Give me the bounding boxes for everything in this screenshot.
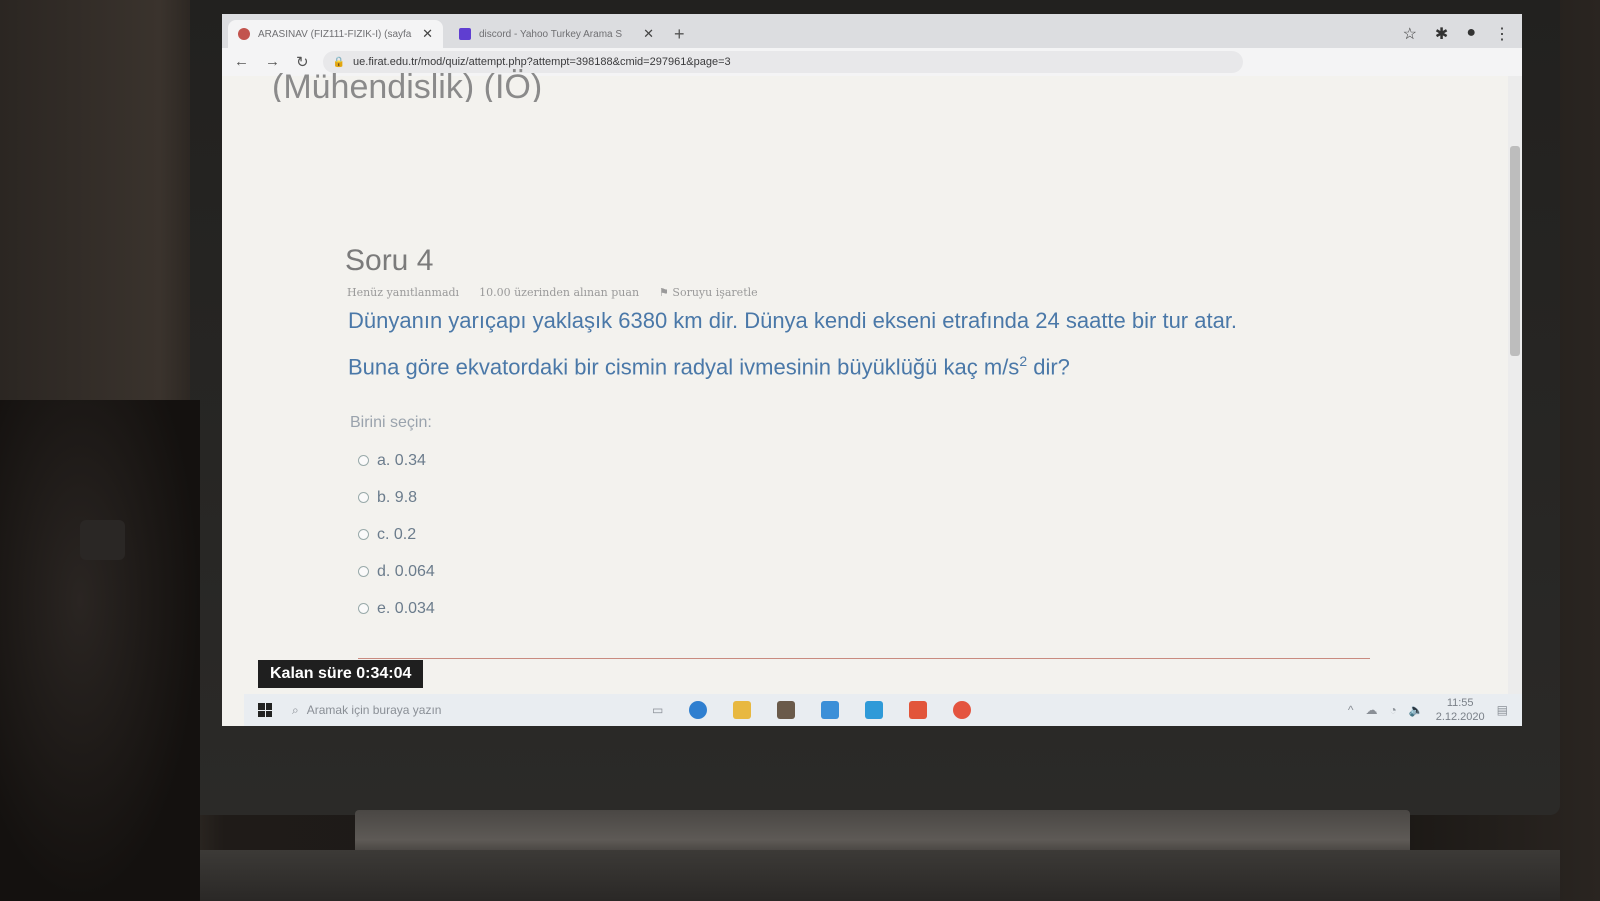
question-number: Soru 4 bbox=[345, 244, 434, 277]
option-label: e. 0.034 bbox=[377, 599, 435, 617]
moodle-favicon-icon bbox=[238, 28, 250, 40]
option-b[interactable]: b. 9.8 bbox=[358, 479, 435, 516]
chevron-up-icon[interactable]: ^ bbox=[1348, 703, 1354, 717]
tab-quiz[interactable]: ARASINAV (FİZ111-FİZİK-I) (sayfa ✕ bbox=[228, 20, 443, 48]
task-view-icon[interactable]: ▭ bbox=[652, 703, 663, 717]
question-line-1: Dünyanın yarıçapı yaklaşık 6380 km dir. … bbox=[348, 308, 1238, 333]
flag-icon: ⚑ bbox=[659, 286, 673, 299]
timer-value: 0:34:04 bbox=[356, 665, 412, 682]
flag-label: Soruyu işaretle bbox=[672, 286, 758, 299]
menu-icon[interactable]: ⋮ bbox=[1494, 24, 1510, 44]
answer-status: Henüz yanıtlanmadı bbox=[347, 286, 460, 299]
profile-icon[interactable]: ● bbox=[1466, 24, 1476, 44]
divider bbox=[358, 658, 1370, 659]
star-icon[interactable]: ☆ bbox=[1403, 24, 1417, 44]
option-d[interactable]: d. 0.064 bbox=[358, 553, 435, 590]
clock[interactable]: 11:55 2.12.2020 bbox=[1436, 696, 1485, 724]
office-icon[interactable] bbox=[909, 701, 928, 719]
windows-taskbar: ⌕ Aramak için buraya yazın ▭ ^ ☁ ◔ 🔈 11:5… bbox=[244, 694, 1522, 726]
tab-title: discord - Yahoo Turkey Arama S bbox=[479, 28, 623, 40]
radio-button[interactable] bbox=[358, 492, 369, 503]
remaining-time: Kalan süre 0:34:04 bbox=[258, 660, 424, 688]
mail-icon[interactable] bbox=[821, 701, 840, 719]
store-icon[interactable] bbox=[777, 701, 796, 719]
close-icon[interactable]: ✕ bbox=[422, 26, 433, 42]
question-meta: Henüz yanıtlanmadı 10.00 üzerinden alına… bbox=[347, 286, 758, 299]
radio-button[interactable] bbox=[358, 603, 369, 614]
lock-icon: 🔒 bbox=[332, 56, 346, 68]
new-tab-button[interactable]: + bbox=[674, 20, 685, 48]
browser-actions: ☆ ✱ ● ⋮ bbox=[1403, 24, 1510, 44]
system-tray: ^ ☁ ◔ 🔈 11:55 2.12.2020 ▤ bbox=[1348, 696, 1508, 724]
background-object bbox=[0, 400, 200, 901]
notifications-icon[interactable]: ▤ bbox=[1497, 703, 1508, 717]
taskbar-apps: ▭ bbox=[652, 701, 972, 719]
tab-title: ARASINAV (FİZ111-FİZİK-I) (sayfa bbox=[258, 28, 412, 40]
scrollbar-thumb[interactable] bbox=[1510, 146, 1520, 356]
volume-icon[interactable]: 🔈 bbox=[1409, 703, 1424, 717]
radio-button[interactable] bbox=[358, 566, 369, 577]
clock-time: 11:55 bbox=[1446, 697, 1474, 709]
extensions-icon[interactable]: ✱ bbox=[1435, 24, 1448, 44]
yahoo-favicon-icon bbox=[459, 28, 471, 40]
close-icon[interactable]: ✕ bbox=[643, 26, 654, 42]
radio-button[interactable] bbox=[358, 455, 369, 466]
clock-date: 2.12.2020 bbox=[1435, 711, 1485, 723]
question-line-2-text: Buna göre ekvatordaki bir cismin radyal … bbox=[348, 354, 1020, 380]
search-icon: ⌕ bbox=[292, 702, 299, 717]
option-label: d. 0.064 bbox=[377, 562, 435, 580]
laptop-screen: ARASINAV (FİZ111-FİZİK-I) (sayfa ✕ disco… bbox=[222, 14, 1522, 726]
browser-tabstrip: ARASINAV (FİZ111-FİZİK-I) (sayfa ✕ disco… bbox=[222, 14, 1522, 48]
option-c[interactable]: c. 0.2 bbox=[358, 516, 435, 553]
back-icon[interactable]: ← bbox=[234, 53, 249, 71]
onedrive-icon[interactable]: ☁ bbox=[1366, 703, 1378, 717]
background-cup bbox=[80, 520, 125, 560]
answer-options: a. 0.34 b. 9.8 c. 0.2 d. 0.064 e. 0.034 bbox=[358, 442, 435, 627]
choose-label: Birini seçin: bbox=[350, 414, 432, 431]
windows-start-icon[interactable] bbox=[258, 703, 272, 717]
taskbar-search[interactable]: ⌕ Aramak için buraya yazın bbox=[292, 703, 592, 718]
course-heading: (Mühendislik) (IÖ) bbox=[272, 68, 543, 102]
option-e[interactable]: e. 0.034 bbox=[358, 590, 435, 627]
chrome-icon[interactable] bbox=[953, 701, 972, 719]
question-line-2-end: dir? bbox=[1027, 354, 1070, 380]
learning-app-icon[interactable] bbox=[865, 701, 884, 719]
url-text: ue.firat.edu.tr/mod/quiz/attempt.php?att… bbox=[353, 56, 731, 68]
superscript: 2 bbox=[1019, 353, 1028, 369]
flag-question-link[interactable]: ⚑ Soruyu işaretle bbox=[659, 286, 758, 299]
radio-button[interactable] bbox=[358, 529, 369, 540]
search-placeholder: Aramak için buraya yazın bbox=[306, 703, 442, 717]
edge-icon[interactable] bbox=[689, 701, 708, 719]
laptop-base bbox=[180, 850, 1560, 901]
question-text: Dünyanın yarıçapı yaklaşık 6380 km dir. … bbox=[348, 301, 1398, 387]
points-label: 10.00 üzerinden alınan puan bbox=[479, 286, 640, 299]
question-line-2: Buna göre ekvatordaki bir cismin radyal … bbox=[348, 341, 1398, 387]
timer-label: Kalan süre bbox=[270, 665, 357, 682]
option-label: b. 9.8 bbox=[377, 488, 418, 506]
option-label: a. 0.34 bbox=[377, 451, 426, 469]
quiz-content: (Mühendislik) (IÖ) Soru 4 Henüz yanıtlan… bbox=[222, 68, 1502, 696]
wifi-icon[interactable]: ◔ bbox=[1390, 703, 1397, 717]
option-label: c. 0.2 bbox=[377, 525, 417, 543]
tab-yahoo[interactable]: discord - Yahoo Turkey Arama S ✕ bbox=[449, 20, 664, 48]
option-a[interactable]: a. 0.34 bbox=[358, 442, 435, 479]
page-scrollbar[interactable] bbox=[1508, 76, 1522, 694]
file-explorer-icon[interactable] bbox=[733, 701, 752, 719]
